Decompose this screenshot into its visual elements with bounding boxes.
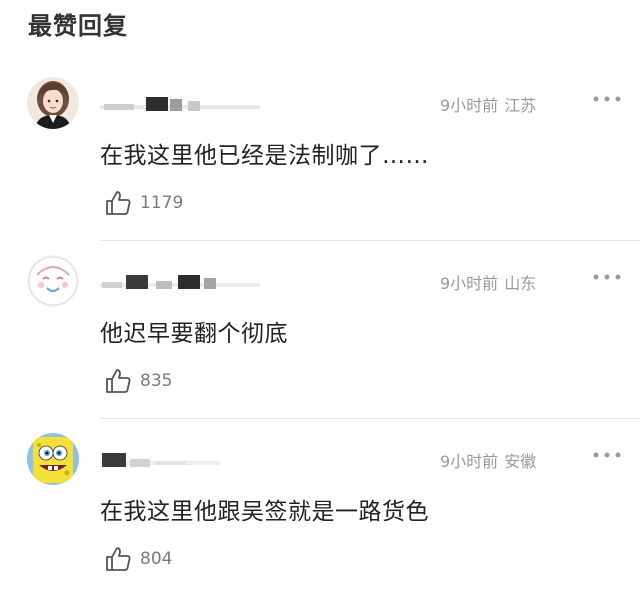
comment-text: 在我这里他已经是法制咖了…… bbox=[100, 143, 429, 169]
like-count: 804 bbox=[140, 549, 173, 569]
comment-time: 9小时前 bbox=[440, 452, 499, 471]
thumbs-up-icon bbox=[104, 367, 132, 395]
more-dots-icon[interactable] bbox=[592, 267, 622, 287]
comment-time: 9小时前 bbox=[440, 96, 499, 115]
comment-text: 他迟早要翻个彻底 bbox=[100, 321, 288, 347]
like-count: 1179 bbox=[140, 193, 184, 213]
more-dots-icon[interactable] bbox=[592, 89, 622, 109]
like-count: 835 bbox=[140, 371, 173, 391]
comment-meta: 9小时前 山东 bbox=[440, 270, 536, 294]
thumbs-up-icon bbox=[104, 545, 132, 573]
like-button[interactable]: 835 bbox=[104, 366, 172, 396]
cartoon-face-avatar[interactable] bbox=[27, 255, 79, 307]
spongebob-avatar[interactable] bbox=[27, 433, 79, 485]
section-title: 最赞回复 bbox=[28, 12, 128, 40]
comment-time: 9小时前 bbox=[440, 274, 499, 293]
comment-location: 安徽 bbox=[504, 452, 537, 471]
username-blurred[interactable] bbox=[100, 95, 260, 113]
comment-item: 9小时前 安徽 在我这里他跟吴签就是一路货色 804 bbox=[0, 433, 640, 611]
thumbs-up-icon bbox=[104, 189, 132, 217]
comment-location: 山东 bbox=[504, 274, 537, 293]
comment-text: 在我这里他跟吴签就是一路货色 bbox=[100, 499, 429, 525]
divider bbox=[100, 418, 640, 419]
comment-item: 9小时前 山东 他迟早要翻个彻底 835 bbox=[0, 255, 640, 433]
comment-location: 江苏 bbox=[504, 96, 537, 115]
like-button[interactable]: 1179 bbox=[104, 188, 183, 218]
username-blurred[interactable] bbox=[100, 273, 260, 291]
comment-meta: 9小时前 安徽 bbox=[440, 448, 536, 472]
portrait-avatar[interactable] bbox=[27, 77, 79, 129]
like-button[interactable]: 804 bbox=[104, 544, 172, 574]
comment-meta: 9小时前 江苏 bbox=[440, 92, 536, 116]
username-blurred[interactable] bbox=[100, 451, 260, 469]
more-dots-icon[interactable] bbox=[592, 445, 622, 465]
divider bbox=[100, 240, 640, 241]
comment-item: 9小时前 江苏 在我这里他已经是法制咖了…… 1179 bbox=[0, 77, 640, 255]
